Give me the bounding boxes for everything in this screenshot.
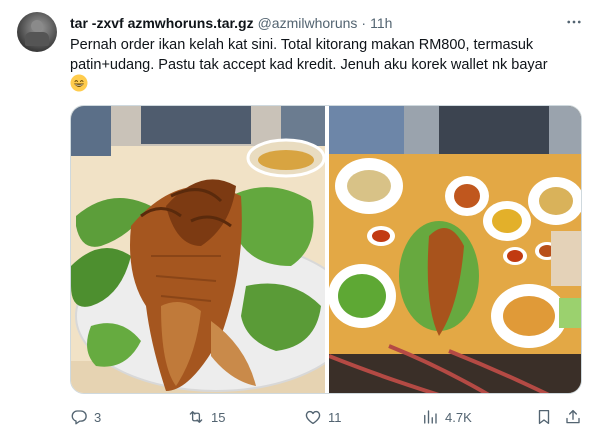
repost-count: 15 xyxy=(211,409,226,425)
like-icon xyxy=(305,410,321,425)
tweet-media[interactable] xyxy=(70,105,582,394)
tweet: tar -zxvf azmwhoruns.tar.gz @azmilwhorun… xyxy=(0,0,601,440)
timestamp[interactable]: 11h xyxy=(370,15,392,31)
share-icon xyxy=(566,409,580,424)
user-handle[interactable]: @azmilwhoruns xyxy=(258,15,358,31)
fish-photo[interactable] xyxy=(71,106,325,393)
display-name[interactable]: tar -zxvf azmwhoruns.tar.gz xyxy=(70,15,254,31)
views-button[interactable]: 4.7K xyxy=(421,402,472,432)
views-icon xyxy=(424,410,437,424)
grinning-face-with-smiling-eyes-icon xyxy=(70,74,88,92)
more-options-icon[interactable] xyxy=(562,12,586,32)
reply-count: 3 xyxy=(94,409,102,425)
reply-icon xyxy=(71,410,87,425)
separator-dot: · xyxy=(361,15,367,31)
share-button[interactable] xyxy=(564,402,582,432)
table-photo[interactable] xyxy=(329,106,581,393)
bookmark-icon xyxy=(538,409,550,425)
like-count: 11 xyxy=(328,409,342,425)
reply-button[interactable]: 3 xyxy=(70,402,101,432)
tweet-header: tar -zxvf azmwhoruns.tar.gz @azmilwhorun… xyxy=(70,13,392,33)
bookmark-button[interactable] xyxy=(535,402,553,432)
tweet-text: Pernah order ikan kelah kat sini. Total … xyxy=(70,37,548,73)
repost-button[interactable]: 15 xyxy=(187,402,225,432)
repost-icon xyxy=(189,411,203,423)
view-count: 4.7K xyxy=(445,409,472,425)
tweet-actions: 3 15 11 4.7K xyxy=(70,402,582,432)
like-button[interactable]: 11 xyxy=(304,402,342,432)
avatar[interactable] xyxy=(17,12,57,52)
